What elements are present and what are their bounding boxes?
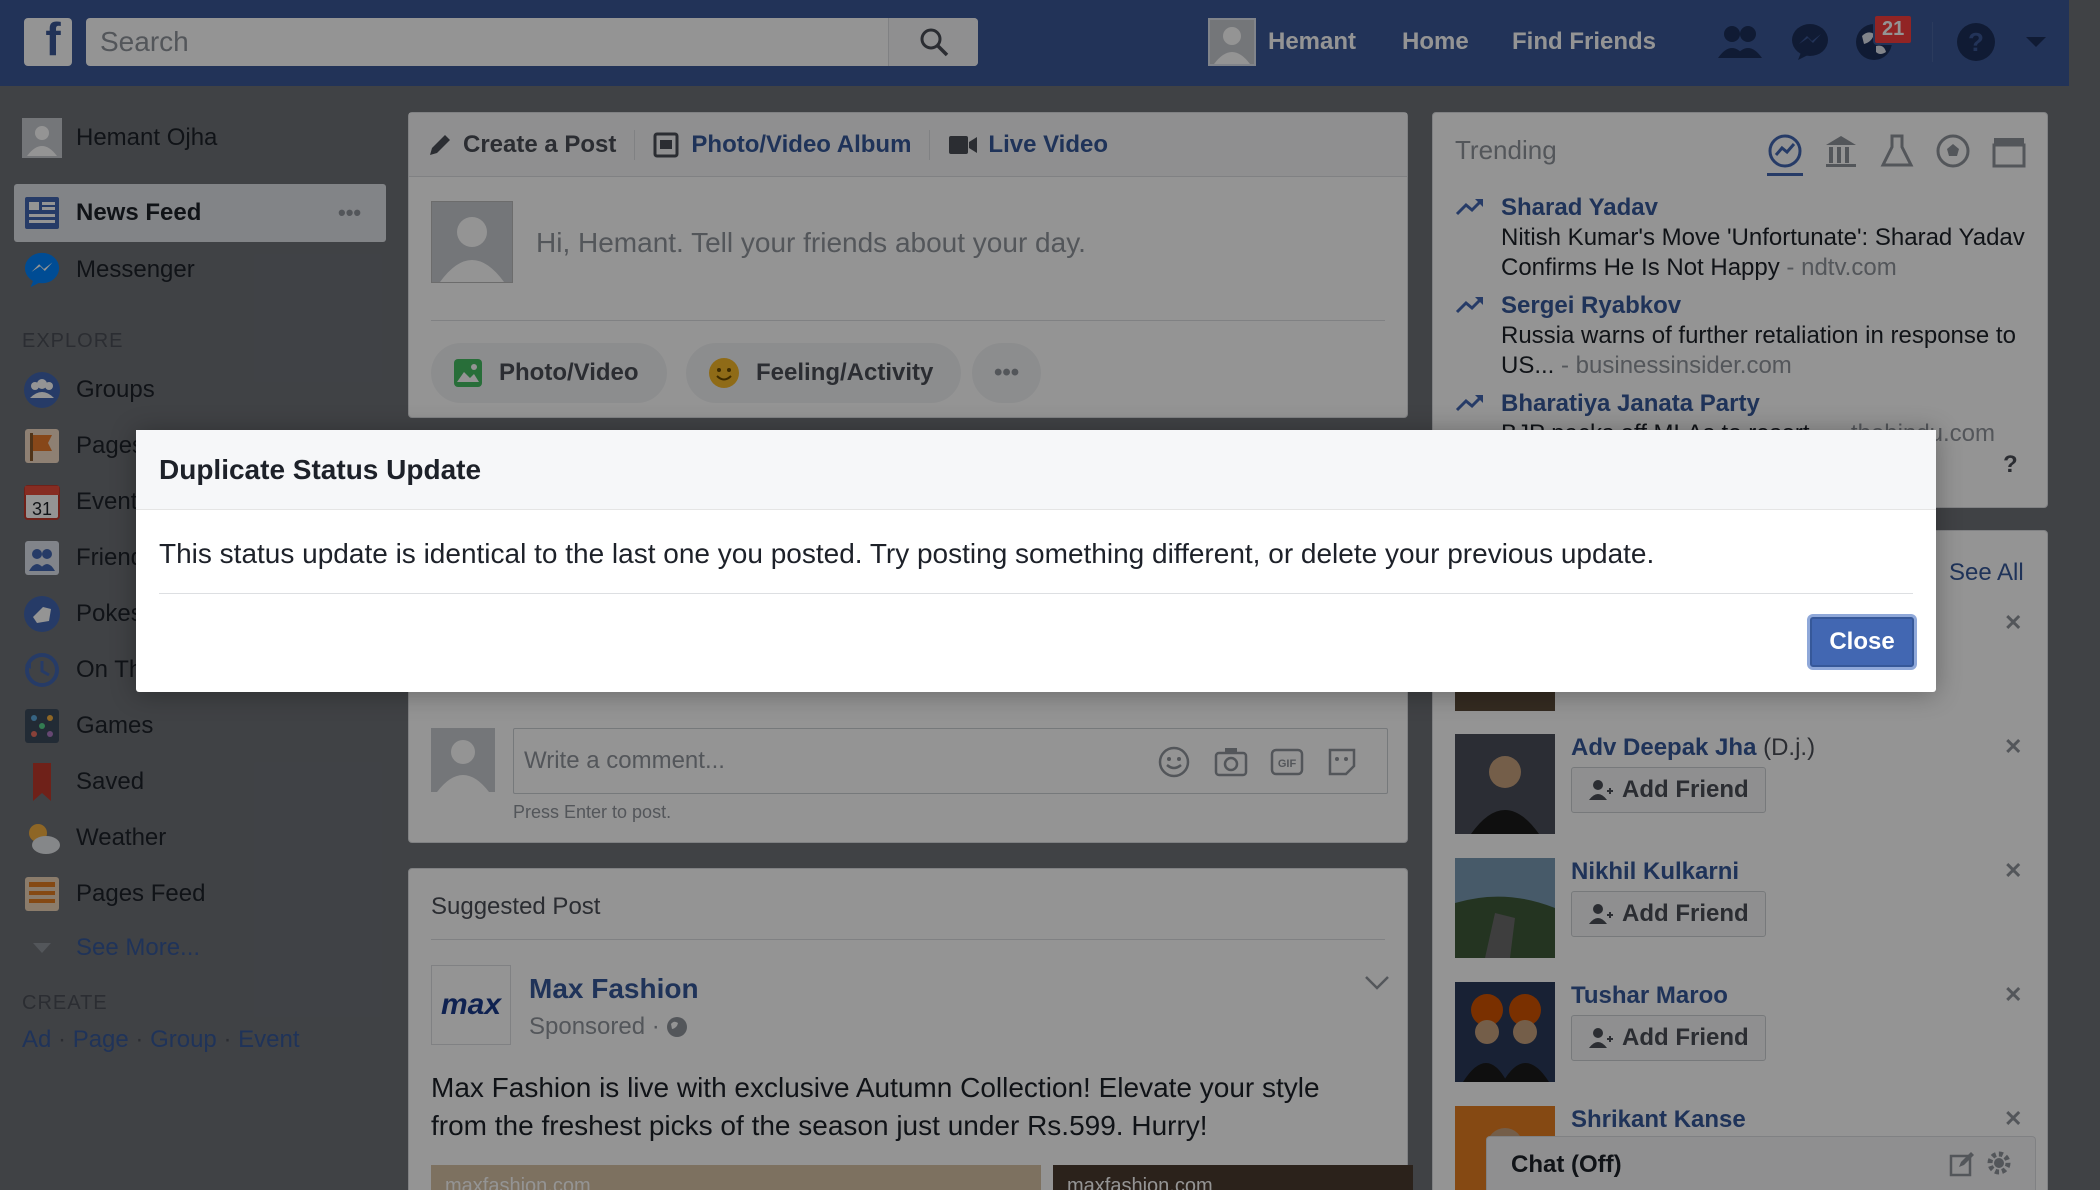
dialog-title: Duplicate Status Update [136,430,1936,510]
duplicate-status-dialog: Duplicate Status Update This status upda… [136,430,1936,692]
close-button[interactable]: Close [1810,617,1914,667]
dialog-message: This status update is identical to the l… [159,538,1655,569]
dialog-divider [159,593,1913,594]
